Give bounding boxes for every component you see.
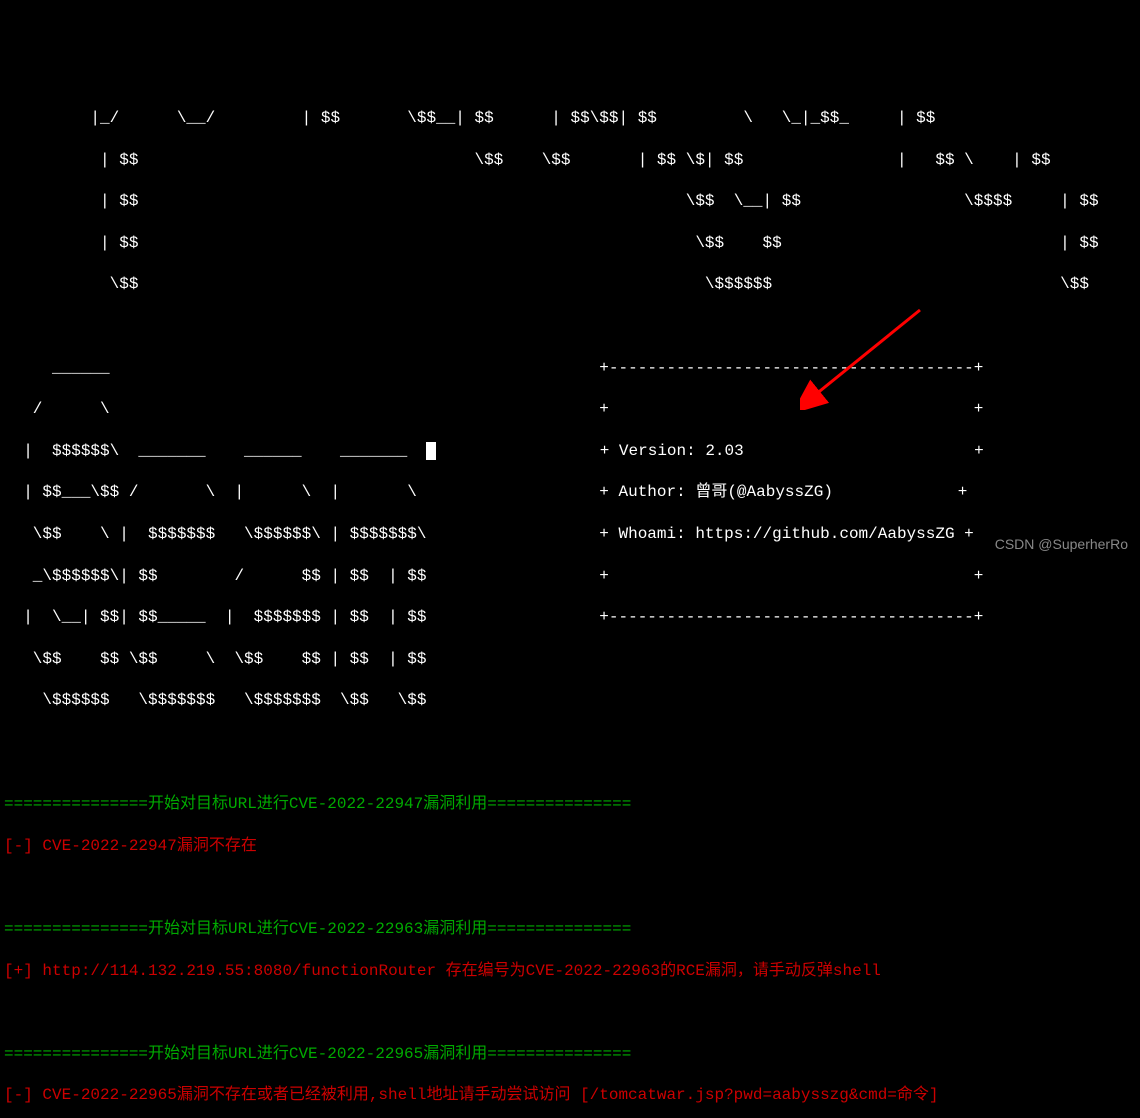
ascii-line: \$$ $$ \$$ \ \$$ $$ | $$ | $$ <box>4 649 1136 670</box>
ascii-line: | $$ \$$ \__| $$ \$$$$ | $$ <box>4 191 1136 212</box>
ascii-line: | $$___\$$ / \ | \ | \ + Author: 曾哥(@Aab… <box>4 482 1136 503</box>
ascii-banner: |_/ \__/ | $$ \$$__| $$ | $$\$$| $$ \ \_… <box>4 87 1136 732</box>
ascii-line: ______ +--------------------------------… <box>4 358 1136 379</box>
ascii-line <box>4 316 1136 337</box>
ascii-line: |_/ \__/ | $$ \$$__| $$ | $$\$$| $$ \ \_… <box>4 108 1136 129</box>
cve2-result: [+] http://114.132.219.55:8080/functionR… <box>4 961 1136 982</box>
ascii-line: | $$ \$$ $$ | $$ <box>4 233 1136 254</box>
ascii-line: \$$ \ | $$$$$$$ \$$$$$$\ | $$$$$$$\ + Wh… <box>4 524 1136 545</box>
ascii-line: | $$$$$$\ _______ ______ _______ + Versi… <box>4 441 1136 462</box>
cve1-header: ===============开始对目标URL进行CVE-2022-22947漏… <box>4 794 1136 815</box>
cve1-result: [-] CVE-2022-22947漏洞不存在 <box>4 836 1136 857</box>
cursor-block <box>426 442 436 460</box>
cve3-header: ===============开始对目标URL进行CVE-2022-22965漏… <box>4 1044 1136 1065</box>
ascii-line: _\$$$$$$\| $$ / $$ | $$ | $$ + + <box>4 566 1136 587</box>
ascii-line: | \__| $$| $$_____ | $$$$$$$ | $$ | $$ +… <box>4 607 1136 628</box>
ascii-line: / \ + + <box>4 399 1136 420</box>
cve2-header: ===============开始对目标URL进行CVE-2022-22963漏… <box>4 919 1136 940</box>
output-section: ===============开始对目标URL进行CVE-2022-22947漏… <box>4 753 1136 1118</box>
ascii-line: | $$ \$$ \$$ | $$ \$| $$ | $$ \ | $$ <box>4 150 1136 171</box>
cve3-result: [-] CVE-2022-22965漏洞不存在或者已经被利用,shell地址请手… <box>4 1085 1136 1106</box>
ascii-line: \$$ \$$$$$$ \$$ <box>4 274 1136 295</box>
ascii-line: \$$$$$$ \$$$$$$$ \$$$$$$$ \$$ \$$ <box>4 690 1136 711</box>
watermark: CSDN @SuperherRo <box>995 535 1128 553</box>
